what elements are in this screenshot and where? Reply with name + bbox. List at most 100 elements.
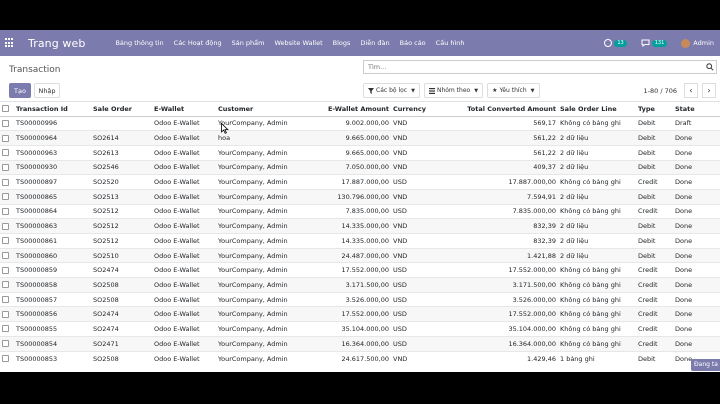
row-checkbox[interactable]: [0, 335, 14, 351]
menu-website-wallet[interactable]: Website Wallet: [275, 39, 323, 47]
column-customer[interactable]: Customer: [216, 102, 319, 117]
menu-forum[interactable]: Diễn đàn: [360, 39, 389, 47]
row-checkbox[interactable]: [0, 159, 14, 175]
pager-value[interactable]: 1-80 / 706: [644, 87, 677, 95]
caret-down-icon: ▼: [411, 87, 415, 94]
table-row[interactable]: TS00000858 SO2508 Odoo E-Wallet YourCompany…: [0, 277, 720, 293]
table-row[interactable]: TS00000859 SO2474 Odoo E-Wallet YourCompany…: [0, 262, 720, 278]
user-name: Admin: [693, 39, 714, 47]
table-cell: YourCompany, Admin: [216, 159, 319, 175]
table-cell: Không có bảng ghi: [558, 335, 636, 351]
table-cell: 2 dữ liệu: [558, 188, 636, 205]
column-sale-order[interactable]: Sale Order: [91, 102, 152, 117]
table-row[interactable]: TS00000963 SO2613 Odoo E-Wallet YourCompany…: [0, 144, 720, 161]
row-checkbox[interactable]: [0, 262, 14, 278]
row-checkbox[interactable]: [0, 188, 14, 205]
menu-activities[interactable]: Các Hoạt động: [174, 39, 222, 47]
table-cell: Odoo E-Wallet: [152, 174, 216, 190]
row-checkbox[interactable]: [0, 277, 14, 293]
create-button[interactable]: Tạo: [9, 83, 31, 98]
menu-reports[interactable]: Báo cáo: [400, 39, 426, 47]
table-cell: TS00000864: [14, 203, 91, 219]
table-row[interactable]: TS00000964 SO2614 Odoo E-Wallet hoa 9.665.00…: [0, 130, 720, 146]
column-transaction-id[interactable]: Transaction Id: [14, 102, 91, 117]
table-cell: SO2614: [91, 130, 152, 146]
table-cell: VND: [391, 247, 438, 263]
row-checkbox[interactable]: [0, 306, 14, 322]
table-row[interactable]: TS00000854 SO2471 Odoo E-Wallet YourCompany…: [0, 335, 720, 351]
table-row[interactable]: TS00000855 SO2474 Odoo E-Wallet YourCompany…: [0, 321, 720, 337]
table-cell: 2 dữ liệu: [558, 218, 636, 234]
table-cell: USD: [391, 335, 438, 351]
apps-menu-icon[interactable]: [5, 38, 15, 48]
table-row[interactable]: TS00000996 Odoo E-Wallet YourCompany, Admi…: [0, 115, 720, 131]
column-currency[interactable]: Currency: [391, 102, 438, 117]
row-checkbox[interactable]: [0, 203, 14, 219]
table-row[interactable]: TS00000864 SO2512 Odoo E-Wallet YourCompany…: [0, 203, 720, 219]
row-checkbox[interactable]: [0, 291, 14, 307]
menu-products[interactable]: Sản phẩm: [232, 39, 265, 47]
column-e-wallet-amount[interactable]: E-Wallet Amount: [319, 102, 391, 117]
favorites-button[interactable]: ★ Yêu thích ▼: [487, 83, 540, 98]
row-checkbox[interactable]: [0, 218, 14, 234]
column-type[interactable]: Type: [636, 102, 673, 117]
table-cell: Debit: [636, 218, 673, 234]
loading-indicator: Đang ta: [691, 359, 720, 371]
next-page-button[interactable]: ›: [702, 83, 716, 98]
user-menu[interactable]: Admin: [681, 38, 714, 48]
column-e-wallet[interactable]: E-Wallet: [152, 102, 216, 117]
table-row[interactable]: TS00000865 SO2513 Odoo E-Wallet YourCompany…: [0, 188, 720, 205]
table-cell: Odoo E-Wallet: [152, 350, 216, 366]
row-checkbox[interactable]: [0, 115, 14, 131]
table-cell: Done: [673, 174, 720, 190]
table-cell: SO2520: [91, 174, 152, 190]
transaction-table: Transaction Id Sale Order E-Wallet Custo…: [0, 102, 720, 366]
table-cell: Debit: [636, 247, 673, 263]
table-cell: 17.552.000,00: [438, 262, 558, 278]
table-cell: SO2510: [91, 247, 152, 263]
row-checkbox[interactable]: [0, 321, 14, 337]
column-state[interactable]: State: [673, 102, 720, 117]
group-by-label: Nhóm theo: [436, 87, 471, 94]
menu-configuration[interactable]: Cấu hình: [436, 39, 465, 47]
row-checkbox[interactable]: [0, 350, 14, 366]
table-cell: YourCompany, Admin: [216, 277, 319, 293]
table-cell: 832,39: [438, 233, 558, 249]
row-checkbox[interactable]: [0, 174, 14, 190]
table-row[interactable]: TS00000930 SO2546 Odoo E-Wallet YourCompany…: [0, 159, 720, 175]
filters-button[interactable]: Các bộ lọc ▼: [363, 83, 420, 98]
search-input[interactable]: [368, 63, 698, 71]
column-sale-order-line[interactable]: Sale Order Line: [558, 102, 636, 117]
row-checkbox[interactable]: [0, 247, 14, 263]
search-icon[interactable]: [706, 63, 714, 71]
table-row[interactable]: TS00000897 SO2520 Odoo E-Wallet YourCompany…: [0, 174, 720, 190]
table-cell: Không có bảng ghi: [558, 262, 636, 278]
table-cell: YourCompany, Admin: [216, 262, 319, 278]
row-checkbox[interactable]: [0, 130, 14, 146]
table-cell: Odoo E-Wallet: [152, 262, 216, 278]
menu-blogs[interactable]: Blogs: [333, 39, 351, 47]
select-all-checkbox[interactable]: [0, 102, 14, 117]
table-row[interactable]: TS00000853 SO2508 Odoo E-Wallet YourCompany…: [0, 350, 720, 366]
table-row[interactable]: TS00000857 SO2508 Odoo E-Wallet YourCompany…: [0, 291, 720, 307]
row-checkbox[interactable]: [0, 233, 14, 249]
import-button[interactable]: Nhập: [34, 83, 60, 98]
table-row[interactable]: TS00000863 SO2512 Odoo E-Wallet YourCompany…: [0, 218, 720, 234]
previous-page-button[interactable]: ‹: [684, 83, 698, 98]
table-cell: USD: [391, 291, 438, 307]
brand-title[interactable]: Trang web: [28, 37, 85, 50]
messages-button[interactable]: 131: [641, 39, 668, 47]
table-row[interactable]: TS00000856 SO2474 Odoo E-Wallet YourCompany…: [0, 306, 720, 322]
table-body: TS00000996 Odoo E-Wallet YourCompany, Admi…: [0, 115, 720, 366]
table-cell: TS00000930: [14, 159, 91, 175]
column-total-converted-amount[interactable]: Total Converted Amount: [438, 102, 558, 117]
table-row[interactable]: TS00000861 SO2512 Odoo E-Wallet YourCompany…: [0, 233, 720, 249]
row-checkbox[interactable]: [0, 144, 14, 161]
table-cell: TS00000897: [14, 174, 91, 190]
table-row[interactable]: TS00000860 SO2510 Odoo E-Wallet YourCompany…: [0, 247, 720, 263]
group-by-button[interactable]: Nhóm theo ▼: [423, 83, 484, 98]
menu-dashboard[interactable]: Bảng thông tin: [115, 39, 163, 47]
table-cell: 2 dữ liệu: [558, 144, 636, 161]
table-cell: 569,17: [438, 115, 558, 131]
activity-button[interactable]: 13: [604, 39, 627, 47]
